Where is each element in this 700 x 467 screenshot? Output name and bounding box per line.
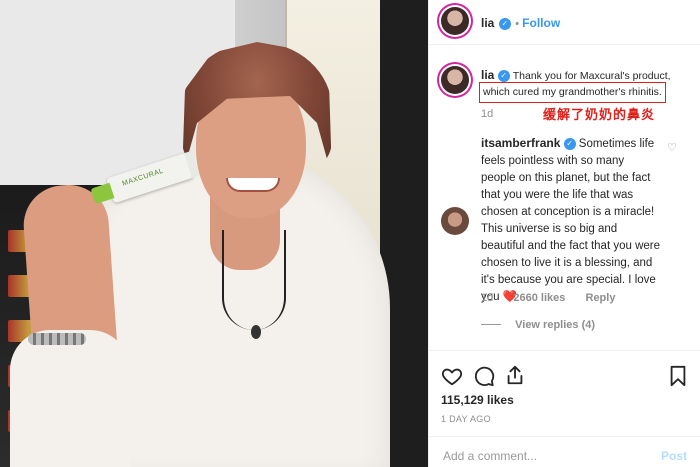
share-icon[interactable] — [504, 364, 526, 386]
comment-likes[interactable]: 2660 likes — [513, 292, 565, 304]
sleeve — [10, 330, 130, 467]
follow-button[interactable]: Follow — [522, 16, 560, 30]
comment-input[interactable] — [441, 447, 645, 465]
verified-icon: ✓ — [563, 138, 576, 150]
verified-icon: ✓ — [497, 70, 510, 82]
woman-smile — [226, 178, 280, 192]
caption-text: Thank you for Maxcural's product, — [512, 70, 671, 82]
tube-label: MAXCURAL — [121, 167, 165, 188]
post-sidebar: lia ✓ • Follow lia ✓ Thank you for Maxcu… — [428, 0, 700, 467]
bracelet — [28, 333, 86, 345]
caption-highlight-text: which cured my grandmother's rhinitis. — [483, 86, 662, 98]
heart-icon[interactable] — [441, 365, 463, 387]
commenter-username[interactable]: itsamberfrank — [481, 136, 560, 150]
post-likes-count[interactable]: 115,129 likes — [441, 393, 514, 407]
bookmark-icon[interactable] — [667, 365, 689, 387]
post-header: lia ✓ • Follow — [429, 5, 700, 35]
verified-icon: ✓ — [498, 18, 511, 30]
chinese-annotation: 缓解了奶奶的鼻炎 — [543, 107, 656, 122]
comment: itsamberfrank ✓ Sometimes life feels poi… — [429, 133, 700, 343]
author-username[interactable]: lia — [481, 16, 494, 30]
necklace — [222, 230, 286, 330]
caption-username[interactable]: lia — [481, 68, 494, 82]
post-photo: MAXCURAL — [0, 0, 428, 467]
screenshot-frame: MAXCURAL lia ✓ • Follow lia ✓ Thank you … — [0, 0, 700, 467]
comment-icon[interactable] — [473, 365, 495, 387]
actions-divider — [429, 350, 700, 351]
caption-avatar[interactable] — [441, 66, 469, 94]
reply-button[interactable]: Reply — [586, 292, 616, 304]
commenter-avatar[interactable] — [441, 207, 469, 235]
comment-like-icon[interactable]: ♡ — [667, 141, 678, 154]
comment-text: Sometimes life feels pointless with so m… — [481, 138, 661, 303]
caption-time: 1d — [481, 108, 494, 120]
header-divider — [429, 44, 700, 45]
input-divider — [429, 436, 700, 437]
pendant — [251, 325, 261, 339]
view-replies-button[interactable]: View replies (4) — [515, 319, 595, 331]
comment-time: 1d — [481, 292, 494, 304]
post-date: 1 DAY AGO — [441, 414, 491, 424]
post-button[interactable]: Post — [661, 449, 687, 463]
caption-highlight-box: which cured my grandmother's rhinitis. — [479, 82, 666, 103]
caption: lia ✓ Thank you for Maxcural's product, … — [429, 64, 700, 124]
author-avatar[interactable] — [441, 7, 469, 35]
replies-line — [481, 324, 501, 325]
